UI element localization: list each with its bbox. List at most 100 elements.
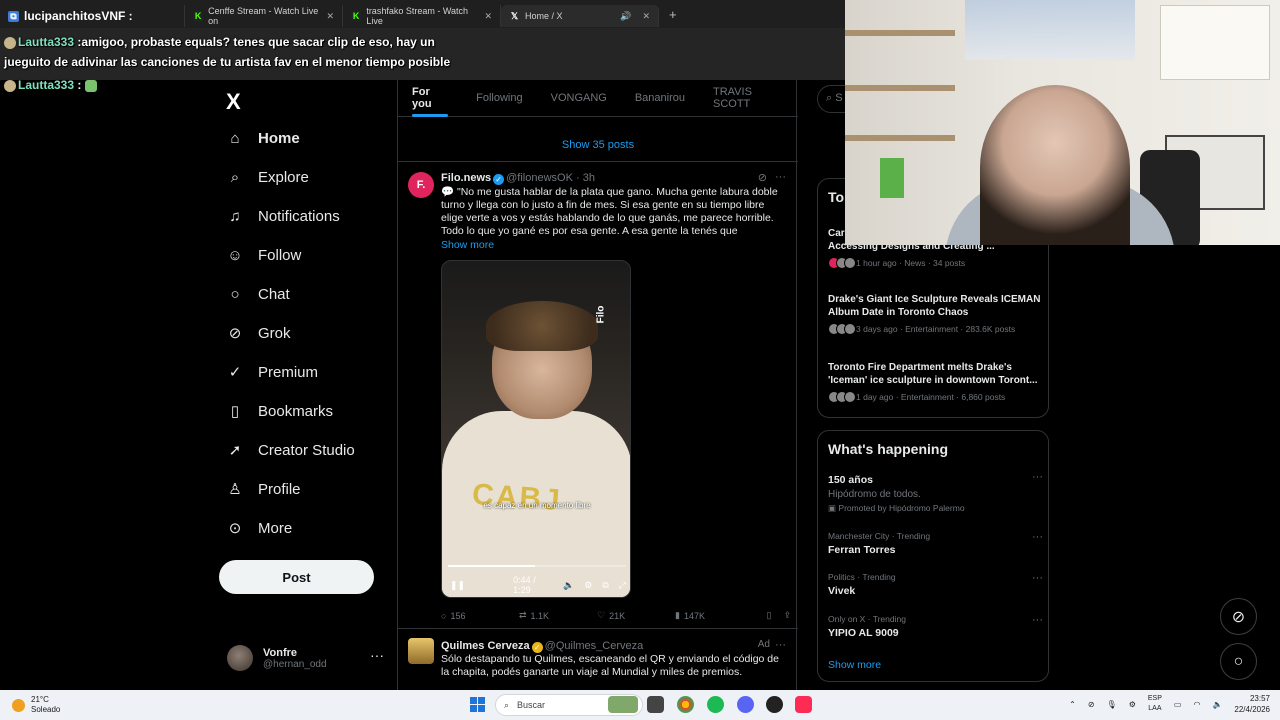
nav-explore[interactable]: ⌕ Explore bbox=[226, 168, 309, 186]
tiktok-icon[interactable] bbox=[795, 696, 812, 713]
clock[interactable]: 23:57 22/4/2026 bbox=[1234, 693, 1270, 715]
discord-icon[interactable] bbox=[737, 696, 754, 713]
news-item[interactable]: Toronto Fire Department melts Drake's 'I… bbox=[828, 361, 1043, 403]
avatar[interactable]: F. bbox=[408, 172, 434, 198]
settings-icon[interactable]: ⚙ bbox=[584, 580, 592, 591]
author-handle[interactable]: @Quilmes_Cerveza bbox=[545, 640, 644, 652]
nav-premium[interactable]: ✓ Premium bbox=[226, 363, 318, 382]
video-frame-logo: CABJ bbox=[470, 477, 563, 518]
grok-fab-button[interactable]: ⊘ bbox=[1220, 598, 1257, 635]
nav-grok[interactable]: ⊘ Grok bbox=[226, 324, 291, 343]
wifi-icon[interactable]: ◠ bbox=[1193, 700, 1200, 709]
close-icon[interactable]: ✕ bbox=[484, 11, 492, 22]
post-button[interactable]: Post bbox=[219, 560, 374, 594]
trend-item[interactable]: Politics · Trending Vivek ··· bbox=[828, 572, 1043, 597]
display-icon[interactable]: ▭ bbox=[1174, 700, 1182, 709]
views-button[interactable]: ▮ 147K bbox=[675, 610, 755, 621]
nav-follow[interactable]: ☺ Follow bbox=[226, 246, 301, 264]
trend-item[interactable]: Only on X · Trending YIPIO AL 9009 ··· bbox=[828, 614, 1043, 639]
tweet-time[interactable]: · 3h bbox=[576, 172, 595, 184]
nav-bookmarks[interactable]: ▯ Bookmarks bbox=[226, 402, 333, 421]
messages-fab-button[interactable]: ○ bbox=[1220, 643, 1257, 680]
x-logo[interactable]: X bbox=[226, 89, 241, 115]
chat-text: jueguito de adivinar las canciones de tu… bbox=[4, 55, 451, 69]
like-count: 21K bbox=[609, 610, 626, 621]
more-icon[interactable]: ··· bbox=[1032, 572, 1043, 584]
pip-icon[interactable]: ⧉ bbox=[602, 580, 608, 591]
widget-icon[interactable] bbox=[608, 696, 638, 713]
tab-label: Cenffe Stream - Watch Live on bbox=[208, 6, 319, 26]
tab-travis-scott[interactable]: TRAVIS SCOTT bbox=[699, 80, 798, 117]
author-name[interactable]: Quilmes Cerveza bbox=[441, 640, 530, 652]
trend-name: Vivek bbox=[828, 585, 856, 597]
tab-vongang[interactable]: VONGANG bbox=[537, 80, 621, 117]
repost-button[interactable]: ⇄ 1.1K bbox=[519, 610, 597, 621]
more-icon[interactable]: ··· bbox=[1032, 471, 1043, 483]
nav-chat[interactable]: ○ Chat bbox=[226, 285, 289, 303]
tab-for-you[interactable]: For you bbox=[398, 80, 462, 117]
more-icon[interactable]: ··· bbox=[370, 647, 384, 663]
clock-date: 22/4/2026 bbox=[1234, 705, 1270, 714]
emote-icon bbox=[4, 79, 16, 92]
trend-item[interactable]: Manchester City · Trending Ferran Torres… bbox=[828, 531, 1043, 556]
more-icon[interactable]: ··· bbox=[775, 639, 786, 651]
more-icon[interactable]: ··· bbox=[1032, 531, 1043, 543]
app-icon[interactable] bbox=[766, 696, 783, 713]
panel-title: What's happening bbox=[828, 441, 948, 457]
spotify-icon[interactable] bbox=[707, 696, 724, 713]
windows-start-icon[interactable] bbox=[470, 697, 485, 712]
show-more-link[interactable]: Show more bbox=[828, 659, 881, 671]
tab-following[interactable]: Following bbox=[462, 80, 536, 117]
reply-button[interactable]: ○ 156 bbox=[441, 610, 519, 621]
share-icon[interactable]: ⇪ bbox=[783, 610, 791, 621]
bookmark-icon[interactable]: ▯ bbox=[767, 610, 772, 621]
show-new-posts-button[interactable]: Show 35 posts bbox=[398, 128, 798, 162]
more-icon[interactable]: ··· bbox=[775, 171, 786, 184]
profile-name: Vonfre bbox=[263, 646, 298, 659]
volume-icon[interactable]: 🔈 bbox=[563, 580, 574, 591]
nav-profile[interactable]: ♙ Profile bbox=[226, 480, 300, 499]
show-more-link[interactable]: Show more bbox=[441, 239, 494, 251]
trend-item-promoted[interactable]: 150 años Hipódromo de todos. ▣ Promoted … bbox=[828, 471, 1043, 514]
panel-title: To bbox=[828, 189, 845, 205]
tweet-header: Quilmes Cerveza ✓ @Quilmes_Cerveza bbox=[441, 640, 643, 653]
weather-widget[interactable]: 21°C Soleado bbox=[12, 695, 60, 715]
avatar[interactable] bbox=[408, 638, 434, 664]
browser-tab-trashfako[interactable]: K trashfako Stream - Watch Live ✕ bbox=[343, 5, 501, 27]
account-switcher[interactable]: Vonfre @hernan_odd bbox=[227, 645, 327, 671]
video-player[interactable]: CABJ Filo es capaz en un momento libre ❚… bbox=[441, 260, 631, 598]
tab-bananirou[interactable]: Bananirou bbox=[621, 80, 699, 117]
language-indicator[interactable]: ESP LAA bbox=[1148, 694, 1162, 714]
gear-icon[interactable]: ⚙ bbox=[1129, 700, 1136, 709]
close-icon[interactable]: ✕ bbox=[642, 11, 650, 22]
close-icon[interactable]: ✕ bbox=[326, 11, 334, 22]
mic-icon[interactable]: 🎙 bbox=[1107, 700, 1117, 709]
browser-tab-cenffe[interactable]: K Cenffe Stream - Watch Live on ✕ bbox=[185, 5, 343, 27]
grok-icon[interactable]: ⊘ bbox=[758, 171, 767, 184]
nav-home[interactable]: ⌂ Home bbox=[226, 129, 299, 147]
pause-icon[interactable]: ❚❚ bbox=[450, 580, 465, 591]
like-button[interactable]: ♡ 21K bbox=[597, 610, 675, 621]
nav-notifications[interactable]: ♫ Notifications bbox=[226, 207, 340, 225]
browser-tab-x[interactable]: 𝕏 Home / X 🔊 ✕ bbox=[501, 5, 659, 27]
premium-icon: ✓ bbox=[228, 364, 242, 381]
news-item[interactable]: Drake's Giant Ice Sculpture Reveals ICEM… bbox=[828, 293, 1043, 335]
new-tab-button[interactable]: + bbox=[669, 7, 677, 22]
x-icon: 𝕏 bbox=[510, 10, 519, 21]
chrome-icon[interactable] bbox=[677, 696, 694, 713]
more-icon[interactable]: ··· bbox=[1032, 614, 1043, 626]
network-icon[interactable]: ⊘ bbox=[1088, 700, 1095, 709]
nav-label: Notifications bbox=[258, 207, 340, 225]
promoted-text: Promoted by Hipódromo Palermo bbox=[838, 503, 965, 513]
nav-creator-studio[interactable]: ➚ Creator Studio bbox=[226, 441, 355, 460]
browser-tab-twitch[interactable]: ⧉ lucipanchitosVNF : bbox=[0, 5, 185, 27]
fullscreen-icon[interactable]: ⤢ bbox=[619, 580, 626, 591]
video-progress-bar[interactable] bbox=[448, 565, 626, 567]
author-name[interactable]: Filo.news bbox=[441, 172, 491, 184]
file-explorer-icon[interactable] bbox=[647, 696, 664, 713]
volume-icon[interactable]: 🔈 bbox=[1212, 700, 1222, 709]
chevron-up-icon[interactable]: ⌃ bbox=[1069, 700, 1076, 709]
author-handle[interactable]: @filonewsOK bbox=[506, 172, 573, 184]
speaker-icon[interactable]: 🔊 bbox=[620, 11, 631, 22]
nav-more[interactable]: ⊙ More bbox=[226, 519, 292, 538]
